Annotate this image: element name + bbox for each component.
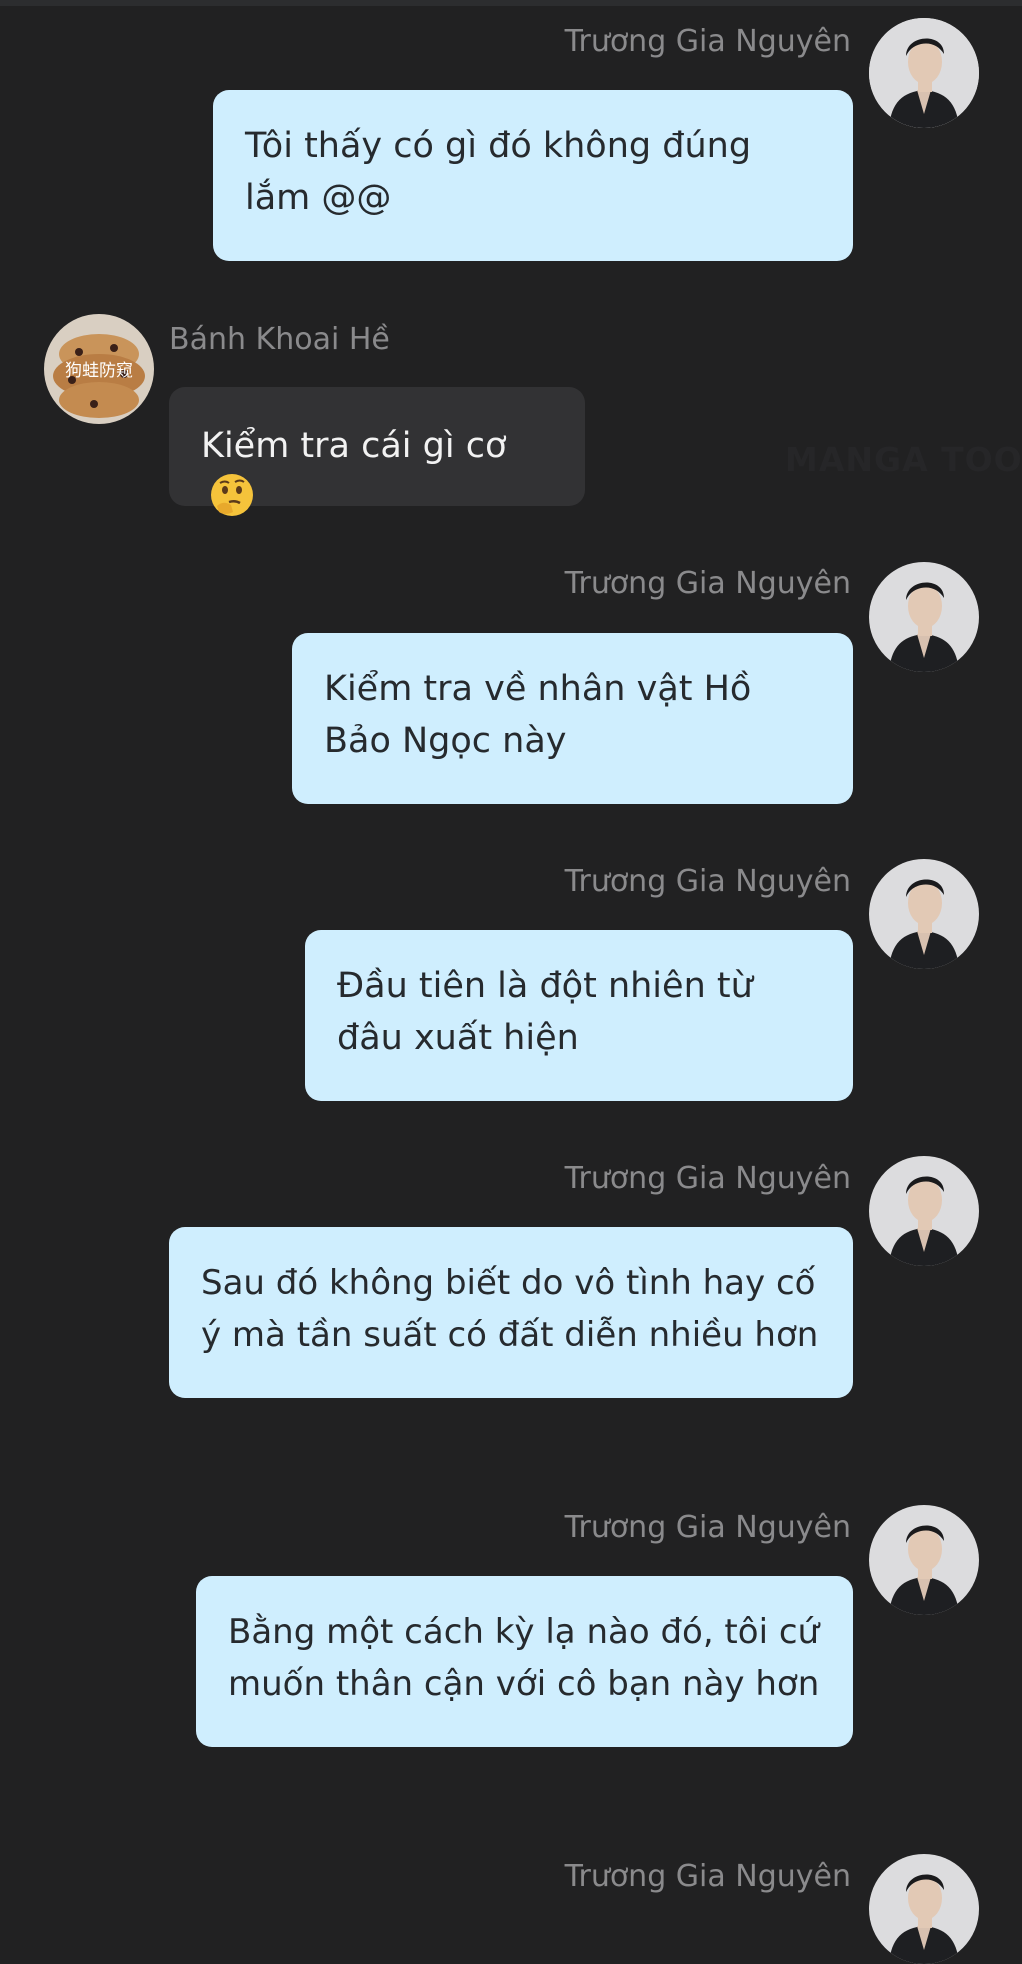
avatar[interactable] <box>869 1505 979 1615</box>
message-bubble[interactable]: Kiểm tra về nhân vật Hồ Bảo Ngọc này <box>292 633 853 804</box>
avatar[interactable] <box>869 859 979 969</box>
sender-name: Trương Gia Nguyên <box>564 1859 851 1894</box>
message-bubble[interactable]: Đầu tiên là đột nhiên từ đâu xuất hiện <box>305 930 853 1101</box>
message-text: Kiểm tra về nhân vật Hồ Bảo Ngọc này <box>324 669 752 761</box>
avatar-watermark-text: 狗蛙防窥 <box>65 361 133 381</box>
user-avatar-icon <box>869 18 979 128</box>
user-avatar-icon <box>869 1505 979 1615</box>
bread-avatar-icon: 狗蛙防窥 <box>44 314 154 424</box>
user-avatar-icon <box>869 1156 979 1266</box>
message-text: Bằng một cách kỳ lạ nào đó, tôi cứ muốn … <box>228 1612 820 1704</box>
top-edge <box>0 0 1022 6</box>
message-bubble[interactable]: Sau đó không biết do vô tình hay cố ý mà… <box>169 1227 853 1398</box>
message-text: Đầu tiên là đột nhiên từ đâu xuất hiện <box>337 966 753 1058</box>
message-text: Tôi thấy có gì đó không đúng lắm @@ <box>245 126 752 218</box>
avatar[interactable] <box>869 18 979 128</box>
user-avatar-icon <box>869 562 979 672</box>
message-text: Sau đó không biết do vô tình hay cố ý mà… <box>201 1263 819 1355</box>
avatar[interactable]: 狗蛙防窥 <box>44 314 154 424</box>
sender-name: Trương Gia Nguyên <box>564 1510 851 1545</box>
sender-name: Bánh Khoai Hề <box>169 322 390 357</box>
message-text: Kiểm tra cái gì cơ <box>201 426 507 466</box>
message-bubble[interactable]: Kiểm tra cái gì cơ <box>169 387 585 516</box>
message-bubble[interactable]: Tôi thấy có gì đó không đúng lắm @@ <box>213 90 853 261</box>
avatar[interactable] <box>869 1156 979 1266</box>
message-bubble[interactable]: Bằng một cách kỳ lạ nào đó, tôi cứ muốn … <box>196 1576 853 1747</box>
thinking-face-icon <box>211 474 253 516</box>
avatar[interactable] <box>869 1854 979 1964</box>
sender-name: Trương Gia Nguyên <box>564 24 851 59</box>
watermark: MANGA TOON <box>785 440 1022 479</box>
sender-name: Trương Gia Nguyên <box>564 864 851 899</box>
user-avatar-icon <box>869 1854 979 1964</box>
sender-name: Trương Gia Nguyên <box>564 1161 851 1196</box>
sender-name: Trương Gia Nguyên <box>564 566 851 601</box>
user-avatar-icon <box>869 859 979 969</box>
avatar[interactable] <box>869 562 979 672</box>
